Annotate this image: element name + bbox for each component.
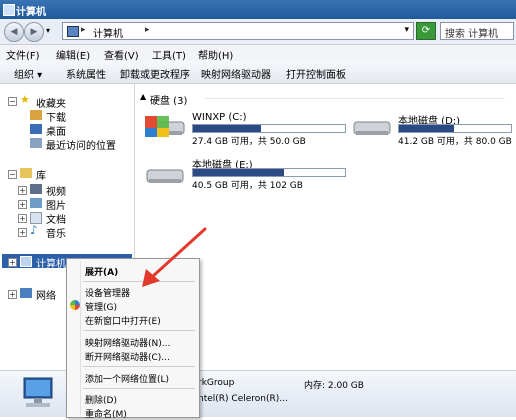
map-drive-button[interactable]: 映射网络驱动器 — [201, 66, 271, 81]
menu-item-disconnect-drive[interactable]: 断开网络驱动器(C)... — [85, 350, 170, 363]
network-icon — [20, 288, 32, 298]
group-divider — [205, 98, 505, 99]
group-header[interactable]: 硬盘 (3) — [150, 92, 187, 107]
nav-network[interactable]: 网络 — [36, 287, 56, 302]
computer-icon — [67, 26, 79, 37]
refresh-button[interactable]: ⟳ — [416, 22, 436, 40]
search-input[interactable]: 搜索 计算机 — [440, 22, 514, 40]
menu-item-map-drive[interactable]: 映射网络驱动器(N)... — [85, 336, 170, 349]
menu-item-open-new-window[interactable]: 在新窗口中打开(E) — [85, 314, 161, 327]
collapse-group-icon[interactable]: ▲ — [140, 92, 146, 101]
window-title: 计算机 — [16, 7, 46, 18]
drive-c-usage-fill — [193, 125, 262, 132]
video-icon — [30, 184, 42, 194]
menu-separator — [83, 330, 195, 331]
download-folder-icon — [30, 110, 42, 120]
forward-button[interactable]: ▶ — [24, 22, 44, 42]
breadcrumb-computer[interactable]: 计算机 — [93, 25, 123, 40]
uninstall-button[interactable]: 卸载或更改程序 — [120, 66, 190, 81]
menu-help[interactable]: 帮助(H) — [198, 47, 233, 62]
menu-edit[interactable]: 编辑(E) — [56, 47, 90, 62]
nav-desktop[interactable]: 桌面 — [46, 123, 66, 138]
menu-item-manage[interactable]: 管理(G) — [85, 300, 117, 313]
menu-view[interactable]: 查看(V) — [104, 47, 139, 62]
address-input[interactable]: ▸ 计算机 ▸ ▾ — [62, 22, 414, 40]
nav-recent[interactable]: 最近访问的位置 — [46, 137, 116, 152]
expand-icon[interactable]: + — [18, 214, 27, 223]
nav-documents[interactable]: 文档 — [46, 211, 66, 226]
chevron-right-icon[interactable]: ▸ — [145, 25, 150, 35]
recent-places-icon — [30, 138, 42, 148]
history-dropdown-icon[interactable]: ▾ — [46, 26, 50, 35]
workgroup-text: rkGroup — [198, 378, 235, 388]
drive-d-usage-fill — [399, 125, 454, 132]
expand-icon[interactable]: + — [18, 200, 27, 209]
menu-tools[interactable]: 工具(T) — [152, 47, 186, 62]
music-icon: ♪ — [30, 223, 38, 237]
drive-d-icon[interactable] — [352, 114, 394, 145]
menu-item-delete[interactable]: 删除(D) — [85, 393, 117, 406]
picture-icon — [30, 198, 42, 208]
annotation-arrow — [142, 227, 207, 287]
drive-c-info: 27.4 GB 可用，共 50.0 GB — [192, 137, 306, 147]
cpu-text: ntel(R) Celeron(R)... — [198, 394, 288, 404]
control-panel-button[interactable]: 打开控制面板 — [286, 66, 346, 81]
nav-videos[interactable]: 视频 — [46, 183, 66, 198]
chevron-down-icon[interactable]: ▾ — [404, 25, 409, 35]
menu-file[interactable]: 文件(F) — [6, 47, 40, 62]
library-icon — [20, 168, 32, 178]
nav-pictures[interactable]: 图片 — [46, 197, 66, 212]
menu-bar: 文件(F) 编辑(E) 查看(V) 工具(T) 帮助(H) — [0, 45, 516, 62]
drive-e-info: 40.5 GB 可用，共 102 GB — [192, 181, 303, 191]
drive-d-usage-bar — [398, 124, 512, 133]
nav-favorites[interactable]: 收藏夹 — [36, 95, 66, 110]
desktop-icon — [30, 124, 42, 134]
drive-d-info: 41.2 GB 可用，共 80.0 GB — [398, 137, 512, 147]
nav-libraries[interactable]: 库 — [36, 167, 46, 182]
menu-item-add-network-location[interactable]: 添加一个网络位置(L) — [85, 372, 169, 385]
search-placeholder: 搜索 计算机 — [445, 29, 499, 40]
nav-music[interactable]: 音乐 — [46, 225, 66, 240]
drive-e-usage-fill — [193, 169, 285, 176]
drive-c-name[interactable]: WINXP (C:) — [192, 112, 247, 123]
chevron-right-icon[interactable]: ▸ — [81, 25, 86, 35]
command-bar: 组织 ▾ 系统属性 卸载或更改程序 映射网络驱动器 打开控制面板 — [0, 61, 516, 84]
computer-icon — [20, 256, 32, 267]
menu-gutter — [80, 261, 81, 415]
star-icon: ★ — [20, 93, 30, 106]
menu-item-rename[interactable]: 重命名(M) — [85, 407, 127, 420]
menu-item-expand[interactable]: 展开(A) — [85, 265, 118, 278]
collapse-icon[interactable]: − — [8, 97, 17, 106]
drive-e-icon[interactable] — [145, 162, 187, 193]
menu-separator — [83, 388, 195, 389]
system-properties-button[interactable]: 系统属性 — [66, 66, 106, 81]
organize-button[interactable]: 组织 ▾ — [14, 66, 42, 81]
computer-icon — [3, 4, 15, 16]
drive-e-usage-bar — [192, 168, 346, 177]
drive-c-usage-bar — [192, 124, 346, 133]
expand-icon[interactable]: + — [8, 258, 17, 267]
collapse-icon[interactable]: − — [8, 170, 17, 179]
title-bar: 计算机 — [0, 0, 516, 19]
expand-icon[interactable]: + — [18, 186, 27, 195]
shield-icon — [70, 300, 80, 310]
memory-text: 内存: 2.00 GB — [304, 381, 364, 391]
menu-item-device-manager[interactable]: 设备管理器 — [85, 286, 130, 299]
drive-c-icon[interactable] — [145, 112, 187, 147]
expand-icon[interactable]: + — [18, 228, 27, 237]
nav-computer[interactable]: 计算机 — [36, 255, 66, 270]
menu-separator — [83, 366, 195, 367]
nav-downloads[interactable]: 下载 — [46, 109, 66, 124]
expand-icon[interactable]: + — [8, 290, 17, 299]
computer-large-icon — [18, 376, 58, 415]
back-button[interactable]: ◀ — [4, 22, 24, 42]
